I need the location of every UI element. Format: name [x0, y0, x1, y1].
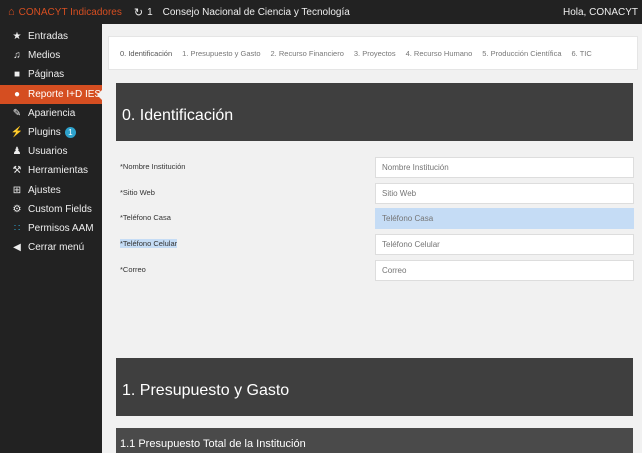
form-row-telefono-celular: *Teléfono Celular — [120, 234, 634, 255]
sidebar-item-apariencia[interactable]: ✎ Apariencia — [0, 104, 102, 123]
plugins-update-badge: 1 — [64, 127, 76, 139]
sidebar-item-permisos-aam[interactable]: ∷ Permisos AAM — [0, 219, 102, 238]
site-title: CONACYT Indicadores — [18, 6, 122, 18]
field-label: *Correo — [120, 265, 146, 274]
section-tabs: 0. Identificación 1. Presupuesto y Gasto… — [108, 36, 638, 70]
nombre-institucion-input[interactable] — [375, 157, 634, 178]
user-icon: ♟ — [12, 146, 22, 158]
sidebar-item-label: Entradas — [28, 31, 69, 43]
home-icon: ⌂ — [8, 6, 15, 18]
sidebar-item-plugins[interactable]: ⚡ Plugins 1 — [0, 123, 102, 142]
report-icon: ● — [13, 88, 21, 100]
sidebar-item-label: Herramientas — [28, 165, 89, 177]
tab-recurso-humano[interactable]: 4. Recurso Humano — [401, 49, 478, 58]
section-title: 0. Identificación — [122, 107, 234, 124]
sidebar-collapse-menu[interactable]: ◀ Cerrar menú — [0, 238, 102, 257]
sidebar-item-label: Cerrar menú — [28, 242, 85, 254]
sidebar-item-ajustes[interactable]: ⊞ Ajustes — [0, 181, 102, 200]
field-label: *Teléfono Casa — [120, 213, 171, 222]
sidebar-item-label: Ajustes — [28, 184, 61, 196]
section-identificacion-header: 0. Identificación — [116, 83, 633, 141]
tab-identificacion[interactable]: 0. Identificación — [115, 49, 177, 58]
grid-icon: ∷ — [13, 222, 21, 234]
site-name[interactable]: Consejo Nacional de Ciencia y Tecnología — [159, 7, 354, 18]
sidebar-item-entradas[interactable]: ★ Entradas — [0, 27, 102, 46]
form-row-correo: *Correo — [120, 260, 634, 281]
sidebar-item-label: Medios — [28, 50, 61, 62]
pin-icon: ★ — [12, 31, 22, 43]
sidebar-item-label: Custom Fields — [28, 203, 92, 215]
refresh-icon: ↻ — [133, 6, 144, 19]
telefono-celular-input[interactable] — [375, 234, 634, 255]
tab-presupuesto-gasto[interactable]: 1. Presupuesto y Gasto — [177, 49, 265, 58]
sidebar-item-medios[interactable]: ♫ Medios — [0, 46, 102, 65]
sidebar-item-reporte[interactable]: ● Reporte I+D IES — [0, 84, 102, 104]
section-title: 1. Presupuesto y Gasto — [122, 382, 290, 399]
field-label: *Teléfono Celular — [120, 239, 178, 248]
sitio-web-input[interactable] — [375, 183, 634, 204]
gear-icon: ⚙ — [12, 203, 22, 215]
collapse-icon: ◀ — [13, 242, 21, 254]
sidebar-item-herramientas[interactable]: ⚒ Herramientas — [0, 161, 102, 180]
media-icon: ♫ — [13, 50, 21, 62]
tab-recurso-financiero[interactable]: 2. Recurso Financiero — [266, 49, 349, 58]
sidebar-item-label: Permisos AAM — [28, 222, 94, 234]
account-greeting[interactable]: Hola, CONACYT — [563, 7, 642, 18]
updates-link[interactable]: ↻ 1 — [128, 0, 159, 24]
sidebar-item-label: Páginas — [28, 69, 65, 81]
subsection-presupuesto-total-header: 1.1 Presupuesto Total de la Institución — [116, 428, 633, 453]
page-icon: ■ — [13, 69, 21, 81]
updates-count: 1 — [147, 6, 153, 18]
subsection-title: 1.1 Presupuesto Total de la Institución — [120, 438, 306, 450]
brush-icon: ✎ — [12, 107, 22, 119]
admin-bar: ⌂ CONACYT Indicadores ↻ 1 Consejo Nacion… — [0, 0, 642, 24]
sidebar-item-label: Apariencia — [28, 107, 76, 119]
form-row-sitio-web: *Sitio Web — [120, 183, 634, 204]
tab-proyectos[interactable]: 3. Proyectos — [349, 49, 401, 58]
sidebar-item-custom-fields[interactable]: ⚙ Custom Fields — [0, 200, 102, 219]
section-presupuesto-header: 1. Presupuesto y Gasto — [116, 358, 633, 416]
form-row-telefono-casa: *Teléfono Casa — [120, 208, 634, 229]
form-row-nombre: *Nombre Institución — [120, 157, 634, 178]
settings-icon: ⊞ — [12, 184, 22, 196]
sidebar-item-label: Plugins — [28, 127, 61, 139]
site-home-link[interactable]: ⌂ CONACYT Indicadores — [0, 0, 128, 24]
field-label: *Sitio Web — [120, 188, 155, 197]
tab-produccion-cientifica[interactable]: 5. Producción Científica — [477, 49, 566, 58]
admin-sidebar: ★ Entradas ♫ Medios ■ Páginas ● Reporte … — [0, 24, 102, 453]
sidebar-item-label: Reporte I+D IES — [28, 88, 102, 100]
sidebar-item-paginas[interactable]: ■ Páginas — [0, 65, 102, 84]
sidebar-item-label: Usuarios — [28, 146, 68, 158]
wrench-icon: ⚒ — [12, 165, 22, 177]
sidebar-item-usuarios[interactable]: ♟ Usuarios — [0, 142, 102, 161]
plugin-icon: ⚡ — [10, 127, 24, 139]
tab-tic[interactable]: 6. TIC — [567, 49, 597, 58]
correo-input[interactable] — [375, 260, 634, 281]
field-label: *Nombre Institución — [120, 162, 186, 171]
telefono-casa-input[interactable] — [375, 208, 634, 229]
